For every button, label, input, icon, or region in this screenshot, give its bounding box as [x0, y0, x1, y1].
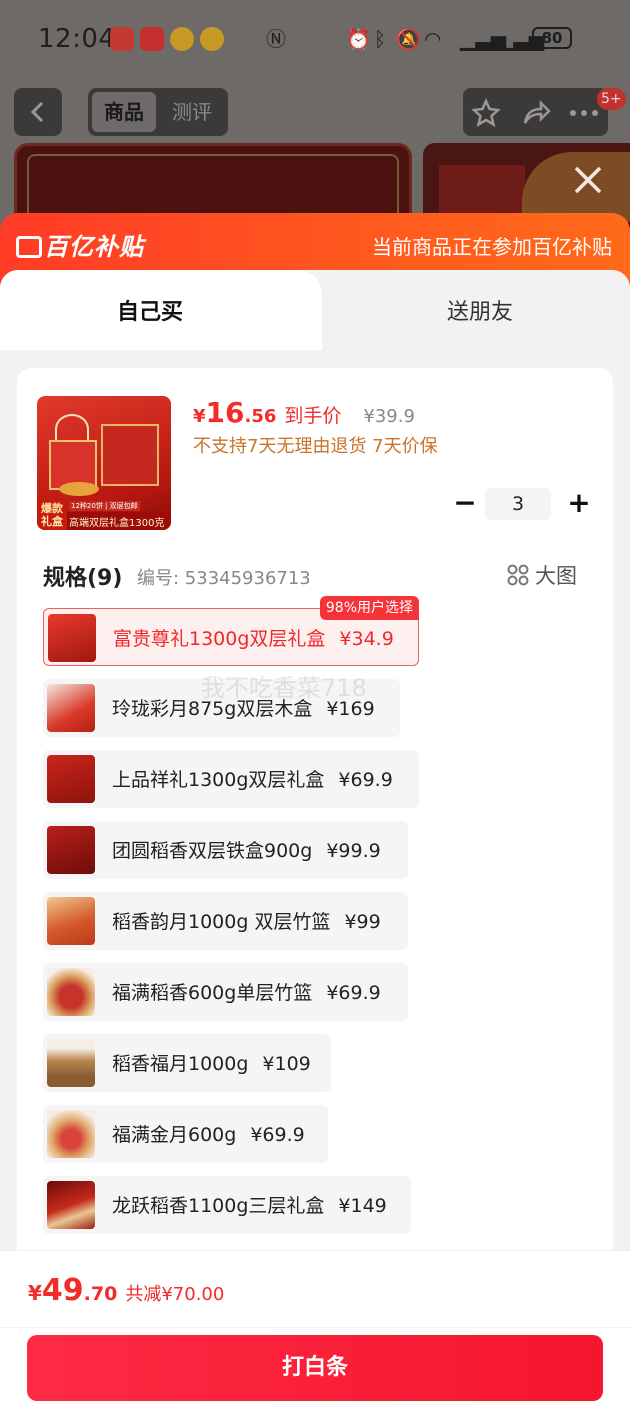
variant-name: 福满稻香600g单层竹篮 [112, 982, 313, 1004]
bluetooth-icon: ᛒ [374, 27, 386, 51]
sku-card: 12种20饼 | 双层包邮 爆款礼盒 高端双层礼盒1300克 ¥16.56 到手价… [17, 368, 613, 1268]
huawei-app-icon [140, 27, 164, 51]
product-code: 编号: 53345936713 [137, 568, 311, 589]
variant-price: ¥69.9 [326, 982, 381, 1004]
purchase-tabs: 自己买 送朋友 [0, 270, 630, 350]
variant-option[interactable]: 福满金月600g ¥69.9 [43, 1105, 328, 1163]
quantity-stepper: − 3 + [447, 486, 597, 522]
variant-name: 龙跃稻香1100g三层礼盒 [112, 1195, 325, 1217]
product-review-switch: 商品 测评 [88, 88, 228, 136]
variant-option[interactable]: 上品祥礼1300g双层礼盒 ¥69.9 [43, 750, 419, 808]
close-icon[interactable] [568, 160, 608, 200]
variant-thumbnail [47, 1039, 95, 1087]
variant-option[interactable]: 稻香韵月1000g 双层竹篮 ¥99 [43, 892, 408, 950]
chevron-left-icon [30, 101, 44, 123]
spec-title: 规格(9) [43, 566, 123, 591]
variant-option[interactable]: 龙跃稻香1100g三层礼盒 ¥149 [43, 1176, 411, 1234]
tab-self-buy-label: 自己买 [116, 300, 183, 325]
variant-price: ¥149 [338, 1195, 387, 1217]
final-price-label: 到手价 [284, 405, 342, 427]
share-icon[interactable] [521, 98, 551, 128]
variant-thumbnail [47, 755, 95, 803]
variant-thumbnail [47, 1181, 95, 1229]
popular-choice-badge: 98%用户选择 [319, 596, 419, 620]
variant-name: 富贵尊礼1300g双层礼盒 [113, 628, 326, 650]
original-price: ¥39.9 [363, 406, 415, 427]
checkout-footer: ¥49.70 共减¥70.00 打白条 [0, 1250, 630, 1422]
battery-indicator: 80 [532, 27, 572, 49]
subsidy-logo-icon [16, 236, 42, 258]
variant-thumbnail [47, 684, 95, 732]
status-time: 12:04 [38, 24, 116, 54]
footer-divider [0, 1327, 630, 1328]
quantity-input[interactable]: 3 [485, 488, 551, 520]
tab-self-buy[interactable]: 自己买 [0, 270, 322, 350]
tab-product[interactable]: 商品 [92, 92, 156, 132]
variant-thumbnail [47, 897, 95, 945]
variant-name: 稻香韵月1000g 双层竹篮 [112, 911, 331, 933]
variant-name: 稻香福月1000g [112, 1053, 249, 1075]
variant-price: ¥99.9 [326, 840, 381, 862]
grid-icon [507, 564, 529, 586]
total-currency: ¥ [28, 1281, 42, 1305]
total-price: ¥49.70 共减¥70.00 [28, 1273, 224, 1308]
thumbnail-sub-tag: 12种20饼 | 双层包邮 [69, 501, 140, 511]
weibo-icon [170, 27, 194, 51]
price-decimal: .56 [244, 406, 277, 427]
thumbnail-tag-text: 高端双层礼盒1300克 [69, 518, 165, 529]
increase-quantity-button[interactable]: + [561, 486, 597, 522]
variant-option[interactable]: 团圆稻香双层铁盒900g ¥99.9 [43, 821, 408, 879]
total-discount: 共减¥70.00 [125, 1284, 225, 1305]
total-decimal: .70 [83, 1283, 118, 1305]
tab-gift[interactable]: 送朋友 [330, 294, 630, 326]
back-button[interactable] [14, 88, 62, 136]
variant-thumbnail [47, 1110, 95, 1158]
tab-review[interactable]: 测评 [160, 92, 224, 132]
variant-thumbnail [48, 614, 96, 662]
user-watermark: 我不吃香菜718 [201, 674, 367, 702]
purchase-sheet: 自己买 送朋友 12种20饼 | 双层包邮 爆款礼盒 高端双层礼盒1300克 ¥… [0, 270, 630, 1422]
subsidy-message: 当前商品正在参加百亿补贴 [372, 235, 612, 259]
total-integer: 49 [41, 1273, 84, 1308]
variant-thumbnail [47, 826, 95, 874]
return-policy: 不支持7天无理由退货 7天价保 [193, 436, 438, 457]
mute-icon: 🔕 [396, 27, 421, 51]
price-row: ¥16.56 到手价 ¥39.9 [193, 396, 415, 429]
wifi-icon: ◠ [424, 27, 442, 51]
price-currency: ¥ [193, 406, 206, 427]
decrease-quantity-button[interactable]: − [447, 486, 483, 522]
product-thumbnail[interactable]: 12种20饼 | 双层包邮 爆款礼盒 高端双层礼盒1300克 [37, 396, 171, 530]
variant-name: 上品祥礼1300g双层礼盒 [112, 769, 325, 791]
more-icon[interactable] [567, 98, 601, 128]
variant-option[interactable]: 稻香福月1000g ¥109 [43, 1034, 331, 1092]
top-actions [463, 88, 608, 136]
thumbnail-hot-tag: 爆款礼盒 [37, 500, 67, 530]
alarm-icon: ⏰ [346, 27, 371, 51]
app-notification-icon [110, 27, 134, 51]
variant-option[interactable]: 福满稻香600g单层竹篮 ¥69.9 [43, 963, 408, 1021]
variant-thumbnail [47, 968, 95, 1016]
variant-option[interactable]: 富贵尊礼1300g双层礼盒 ¥34.9 98%用户选择 [43, 596, 419, 666]
nfc-icon: Ⓝ [266, 27, 286, 51]
price-integer: 16 [205, 396, 245, 429]
variant-name: 团圆稻香双层铁盒900g [112, 840, 313, 862]
variant-price: ¥69.9 [338, 769, 393, 791]
weibo-icon [200, 27, 224, 51]
variant-price: ¥69.9 [250, 1124, 305, 1146]
subsidy-logo: 百亿补贴 [16, 227, 144, 262]
variant-name: 福满金月600g [112, 1124, 237, 1146]
message-count-badge: 5+ [597, 88, 626, 110]
variant-price: ¥34.9 [339, 628, 394, 650]
status-bar: 12:04 Ⓝ ⏰ ᛒ 🔕 ◠ ▁▃▅ ▁▃▅ 80 [0, 0, 630, 78]
large-image-toggle[interactable]: 大图 [507, 560, 577, 590]
star-icon[interactable] [471, 98, 501, 128]
pay-button[interactable]: 打白条 [27, 1335, 603, 1401]
variant-price: ¥109 [262, 1053, 311, 1075]
variant-price: ¥99 [344, 911, 381, 933]
